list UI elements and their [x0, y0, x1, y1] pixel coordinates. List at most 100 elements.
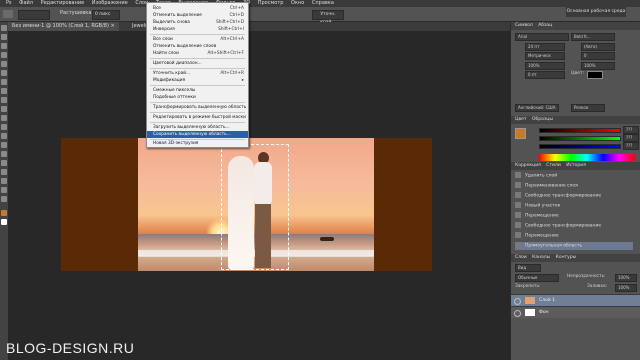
options-bar: Растушевка: 0 пикс Уточн. край... — [0, 7, 640, 25]
menu-item-all[interactable]: Все Ctrl+A — [147, 5, 248, 12]
menu-window[interactable]: Окно — [291, 0, 304, 6]
tab-paths[interactable]: Контуры — [556, 255, 577, 260]
font-style-select[interactable]: Bold It... — [571, 33, 615, 41]
move-tool-icon[interactable] — [1, 25, 7, 31]
blue-slider[interactable] — [539, 144, 621, 149]
color-spectrum-bar[interactable] — [539, 154, 635, 161]
history-item[interactable]: Перемещение — [515, 232, 633, 240]
menu-view[interactable]: Просмотр — [258, 0, 284, 6]
history-item[interactable]: Свободное трансформирование — [515, 222, 633, 230]
path-select-tool-icon[interactable] — [1, 169, 7, 175]
baseline-field[interactable]: 0 пт — [525, 71, 565, 79]
layer-filter-kind[interactable]: Вид — [515, 264, 541, 272]
tab-paragraph[interactable]: Абзац — [538, 23, 552, 28]
brush-tool-icon[interactable] — [1, 88, 7, 94]
dodge-tool-icon[interactable] — [1, 142, 7, 148]
blend-mode-select[interactable]: Обычные — [515, 274, 559, 282]
history-item[interactable]: Удалить слой — [515, 172, 633, 180]
tab-character[interactable]: Символ — [515, 23, 533, 28]
menu-item-inverse[interactable]: Инверсия Shift+Ctrl+I — [147, 26, 248, 33]
type-tool-icon[interactable] — [1, 160, 7, 166]
red-value[interactable]: ??? — [623, 126, 639, 134]
menu-item-deselect-layers[interactable]: Отменить выделение слоев — [147, 43, 248, 50]
menu-item-save-selection[interactable]: Сохранить выделенную область... — [147, 131, 248, 138]
vertical-scale-field[interactable]: 100% — [525, 62, 565, 70]
zoom-tool-icon[interactable] — [1, 196, 7, 202]
antialias-select[interactable]: Резкое — [571, 104, 605, 112]
menu-item-all-layers[interactable]: Все слои Alt+Ctrl+A — [147, 36, 248, 43]
fill-field[interactable]: 100% — [615, 284, 637, 292]
text-color-swatch[interactable] — [587, 71, 603, 79]
menu-item-transform-selection[interactable]: Трансформировать выделенную область — [147, 104, 248, 111]
stamp-tool-icon[interactable] — [1, 97, 7, 103]
marquee-selection[interactable] — [221, 144, 289, 270]
menu-ps-logo[interactable]: Ps — [6, 0, 12, 6]
tab-channels[interactable]: Каналы — [532, 255, 550, 260]
menu-item-modify[interactable]: Модификация ▸ — [147, 77, 248, 84]
eyedropper-tool-icon[interactable] — [1, 70, 7, 76]
layer-row-background[interactable]: Фон — [511, 306, 640, 318]
tab-styles[interactable]: Стили — [546, 163, 561, 168]
tab-color[interactable]: Цвет — [515, 117, 527, 122]
pen-tool-icon[interactable] — [1, 151, 7, 157]
green-value[interactable]: ??? — [623, 134, 639, 142]
menu-item-quick-mask[interactable]: Редактировать в режиме быстрой маски — [147, 114, 248, 121]
marquee-tool-icon[interactable] — [1, 34, 7, 40]
quick-select-tool-icon[interactable] — [1, 52, 7, 58]
leading-field[interactable]: (Авто) — [581, 43, 615, 51]
tab-history[interactable]: История — [566, 163, 586, 168]
healing-tool-icon[interactable] — [1, 79, 7, 85]
gradient-tool-icon[interactable] — [1, 124, 7, 130]
refine-edge-button[interactable]: Уточн. край... — [312, 10, 344, 25]
selection-mode-buttons[interactable] — [18, 10, 50, 20]
eraser-tool-icon[interactable] — [1, 115, 7, 121]
font-family-select[interactable]: Arial — [515, 33, 569, 41]
language-select[interactable]: Английский: США — [515, 104, 559, 112]
foreground-color-swatch[interactable] — [1, 210, 7, 216]
feather-input[interactable]: 0 пикс — [92, 10, 120, 20]
menu-item-refine-edge[interactable]: Уточнить край... Alt+Ctrl+R — [147, 70, 248, 77]
blur-tool-icon[interactable] — [1, 133, 7, 139]
menu-item-deselect[interactable]: Отменить выделение Ctrl+D — [147, 12, 248, 19]
marquee-tool-icon[interactable] — [3, 10, 13, 18]
menu-item-color-range[interactable]: Цветовой диапазон... — [147, 60, 248, 67]
history-item-selected[interactable]: Прямоугольная область — [515, 242, 633, 250]
menu-item-grow[interactable]: Смежные пикселы — [147, 87, 248, 94]
visibility-eye-icon[interactable] — [514, 298, 521, 305]
tab-layers[interactable]: Слои — [515, 255, 527, 260]
workspace-select[interactable]: Основная рабочая среда — [566, 7, 626, 17]
history-item[interactable]: Переименование слоя — [515, 182, 633, 190]
menu-help[interactable]: Справка — [312, 0, 334, 6]
lasso-tool-icon[interactable] — [1, 43, 7, 49]
history-item[interactable]: Новый участок — [515, 202, 633, 210]
font-size-field[interactable]: 24 пт — [525, 43, 565, 51]
menu-edit[interactable]: Редактирование — [41, 0, 85, 6]
menu-file[interactable]: Файл — [19, 0, 33, 6]
shape-tool-icon[interactable] — [1, 178, 7, 184]
crop-tool-icon[interactable] — [1, 61, 7, 67]
tab-adjustments[interactable]: Коррекция — [515, 163, 541, 168]
background-color-swatch[interactable] — [1, 219, 7, 225]
horizontal-scale-field[interactable]: 100% — [581, 62, 615, 70]
menu-image[interactable]: Изображение — [92, 0, 128, 6]
menu-item-similar[interactable]: Подобные оттенки — [147, 94, 248, 101]
tab-document-active[interactable]: Без имени-1 @ 100% (Слой 1, RGB/8) × — [8, 22, 119, 31]
visibility-eye-icon[interactable] — [514, 310, 521, 317]
history-item[interactable]: Свободное трансформирование — [515, 192, 633, 200]
menu-item-load-selection[interactable]: Загрузить выделенную область... — [147, 124, 248, 131]
history-item[interactable]: Перемещение — [515, 212, 633, 220]
menu-item-3d-extrusion[interactable]: Новая 3D-экструзия — [147, 140, 248, 147]
history-brush-tool-icon[interactable] — [1, 106, 7, 112]
kerning-field[interactable]: Метрическ — [525, 52, 565, 60]
menu-item-find-layers[interactable]: Найти слои Alt+Shift+Ctrl+F — [147, 50, 248, 57]
blue-value[interactable]: ??? — [623, 142, 639, 150]
foreground-color-swatch[interactable] — [515, 128, 526, 139]
tracking-field[interactable]: 0 — [581, 52, 615, 60]
menu-item-reselect[interactable]: Выделить снова Shift+Ctrl+D — [147, 19, 248, 26]
hand-tool-icon[interactable] — [1, 187, 7, 193]
red-slider[interactable] — [539, 128, 621, 133]
opacity-field[interactable]: 100% — [615, 274, 637, 282]
layer-row-layer1[interactable]: Слой 1 — [511, 294, 640, 306]
green-slider[interactable] — [539, 136, 621, 141]
tab-swatches[interactable]: Образцы — [532, 117, 553, 122]
